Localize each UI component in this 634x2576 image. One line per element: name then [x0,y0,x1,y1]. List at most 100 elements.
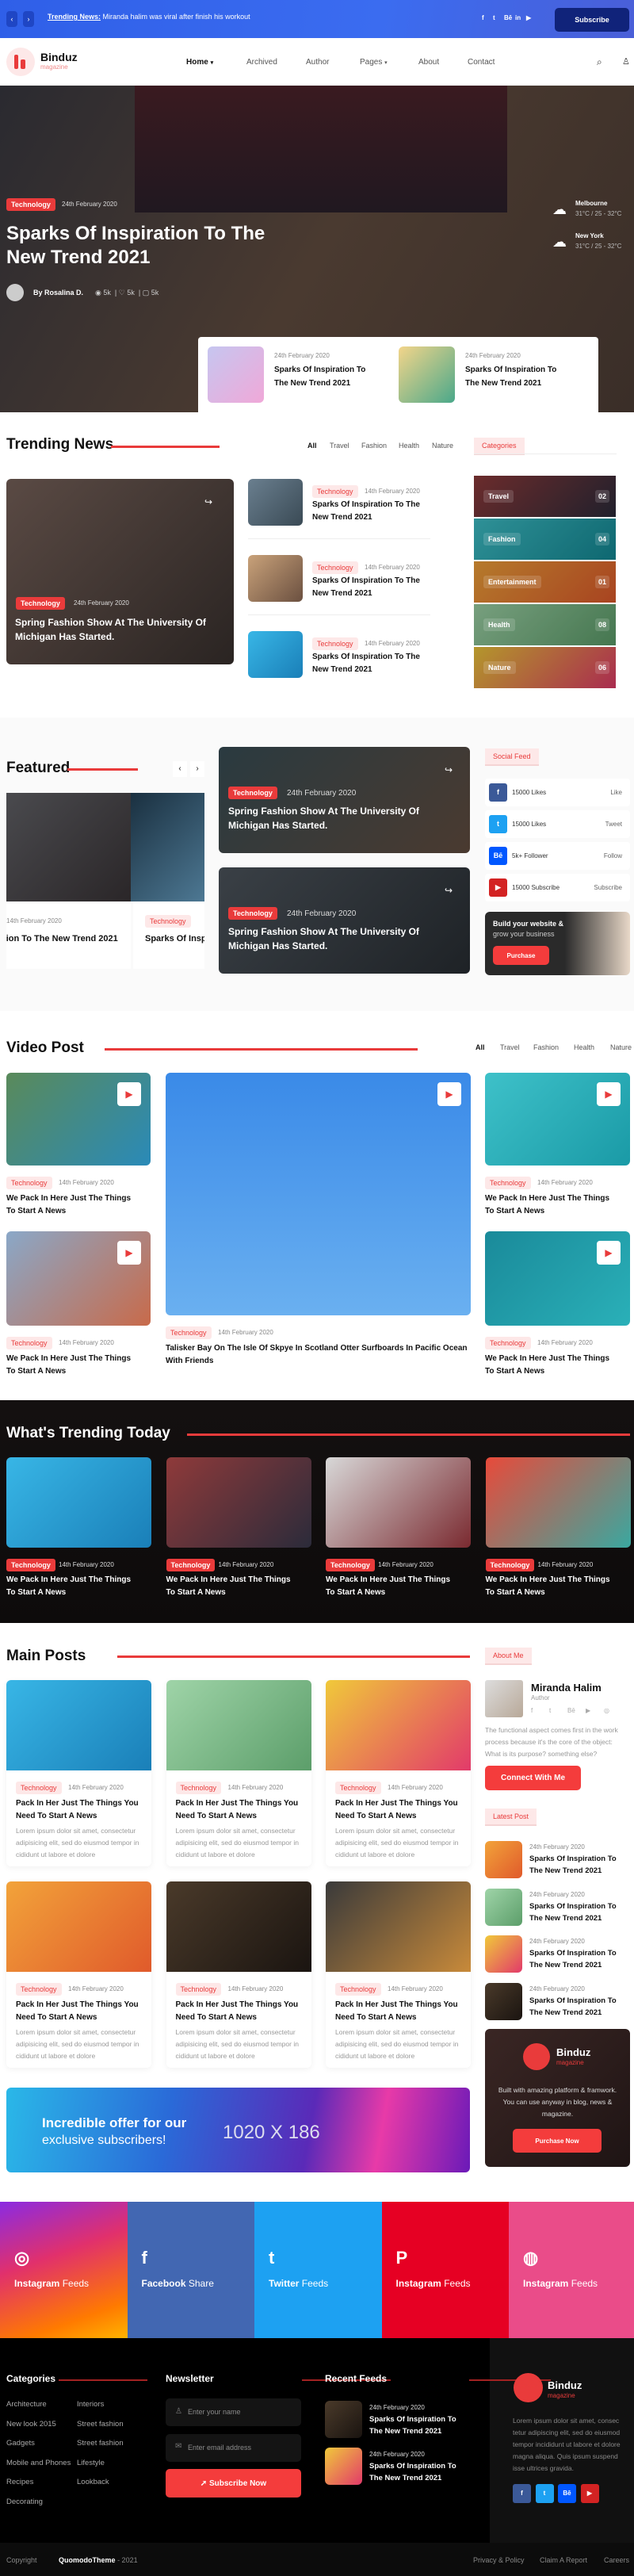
play-button[interactable]: ▶ [597,1241,621,1265]
hero-title[interactable]: Sparks Of Inspiration To The New Trend 2… [6,222,268,270]
nav-archived[interactable]: Archived [246,58,277,67]
play-button[interactable]: ▶ [597,1082,621,1106]
footer-category-link[interactable]: Street fashion [77,2420,124,2429]
youtube-icon[interactable]: ▶ [526,14,531,21]
connect-button[interactable]: Connect With Me [485,1766,581,1790]
post-title[interactable]: We Pack In Here Just The Things To Start… [486,1574,621,1599]
category-badge[interactable]: Technology [312,561,358,574]
post-title[interactable]: Talisker Bay On The Isle Of Skpye In Sco… [166,1342,471,1368]
post-image[interactable] [326,1881,471,1972]
facebook-icon[interactable]: f [513,2484,531,2503]
tab-fashion[interactable]: Fashion [533,1043,559,1051]
footer-category-link[interactable]: Recipes [6,2478,33,2486]
twitter-icon[interactable]: t [535,2484,554,2503]
company-link[interactable]: QuomodoTheme [59,2556,116,2564]
play-button[interactable]: ▶ [117,1241,141,1265]
subscribe-now-button[interactable]: ➚ Subscribe Now [166,2469,301,2498]
footer-category-link[interactable]: New look 2015 [6,2420,56,2429]
latest-thumb[interactable] [485,1935,522,1973]
post-title[interactable]: Spring Fashion Show At The University Of… [228,924,458,953]
nav-contact[interactable]: Contact [468,58,495,67]
post-title[interactable]: Pack In Her Just The Things You Need To … [176,1999,303,2024]
promo-banner[interactable]: Incredible offer for our exclusive subscr… [6,2088,470,2172]
post-image[interactable] [326,1457,471,1548]
carousel-next-button[interactable]: › [190,761,204,777]
category-badge[interactable]: Technology [16,597,65,610]
share-icon[interactable]: ↪ [204,496,212,507]
post-title[interactable]: Sparks Of Inspiration To The New Trend 2… [529,1995,624,2019]
post-image[interactable] [6,1881,151,1972]
nav-about[interactable]: About [418,58,439,67]
category-badge[interactable]: Technology [6,1177,52,1189]
tab-nature[interactable]: Nature [432,442,453,450]
featured-card-image[interactable]: ↪ [219,867,470,974]
post-title[interactable]: Pack In Her Just The Things You Need To … [16,1999,143,2024]
hero-card-title[interactable]: Sparks Of Inspiration To The New Trend 2… [465,363,572,390]
post-title[interactable]: Spring Fashion Show At The University Of… [228,804,458,833]
post-title[interactable]: Sparks Of Inspiration To The New Trend 2… [312,499,431,524]
footer-category-link[interactable]: Lifestyle [77,2459,105,2467]
post-title[interactable]: Sparks Of Inspiration To The New Trend 2… [529,1900,624,1924]
video-thumbnail[interactable]: ▶ [485,1231,630,1326]
social-tile[interactable]: t Twitter Feeds [254,2202,382,2338]
play-button[interactable]: ▶ [117,1082,141,1106]
tab-fashion[interactable]: Fashion [361,442,387,450]
categories-tab[interactable]: Categories [474,438,525,455]
post-title[interactable]: Sparks Of Inspiration To The New Trend 2… [145,932,204,945]
post-title[interactable]: Pack In Her Just The Things You Need To … [176,1797,303,1823]
youtube-icon[interactable]: ▶ [580,2484,599,2503]
social-action[interactable]: Like [610,789,622,796]
post-image[interactable] [166,1881,311,1972]
post-thumb[interactable] [248,479,303,526]
post-card[interactable]: Technology 14th February 2020 Pack In Her … [166,1881,311,2068]
recent-thumb[interactable] [325,2401,362,2438]
featured-card-image[interactable]: ↪ [219,747,470,853]
category-badge[interactable]: Technology [335,1983,381,1996]
category-badge[interactable]: Technology [485,1337,531,1349]
latest-thumb[interactable] [485,1841,522,1878]
next-button[interactable]: › [23,11,34,27]
post-title[interactable]: Pack In Her Just The Things You Need To … [335,1797,462,1823]
tab-travel[interactable]: Travel [500,1043,520,1051]
social-row[interactable]: Bē 5k+ Follower Follow [485,842,630,870]
footer-bottom-link[interactable]: Claim A Report [540,2556,587,2564]
post-title[interactable]: We Pack In Here Just The Things To Start… [485,1353,620,1378]
facebook-icon[interactable]: f [482,14,484,21]
post-image[interactable] [485,1457,631,1548]
post-title[interactable]: Sparks Of Inspiration To The New Trend 2… [312,575,431,600]
footer-bottom-link[interactable]: Privacy & Policy [473,2556,525,2564]
post-image[interactable] [326,1680,471,1770]
footer-category-link[interactable]: Gadgets [6,2439,35,2448]
category-badge[interactable]: Technology [312,637,358,650]
recent-thumb[interactable] [325,2448,362,2485]
news-ticker[interactable]: Trending News: Miranda halim was viral a… [48,13,250,21]
carousel-prev-button[interactable]: ‹ [173,761,187,777]
category-badge[interactable]: Technology [228,907,277,920]
video-thumbnail[interactable]: ▶ [485,1073,630,1166]
category-badge[interactable]: Technology [335,1782,381,1794]
behance-icon[interactable]: Bē [504,14,512,21]
social-tile[interactable]: P Instagram Feeds [381,2202,510,2338]
category-badge[interactable]: Technology [312,485,358,498]
youtube-icon[interactable]: ▶ [586,1707,590,1714]
post-title[interactable]: We Pack In Here Just The Things To Start… [6,1192,141,1218]
tab-travel[interactable]: Travel [330,442,349,450]
play-button[interactable]: ▶ [437,1082,461,1106]
footer-category-link[interactable]: Interiors [77,2400,104,2409]
post-title[interactable]: We Pack In Here Just The Things To Start… [485,1192,620,1218]
purchase-button[interactable]: Purchase [493,946,549,965]
carousel-image[interactable] [6,793,131,901]
social-row[interactable]: t 15000 Likes Tweet [485,810,630,838]
post-title[interactable]: Sparks Of Inspiration To The New Trend 2… [369,2460,468,2484]
footer-category-link[interactable]: Lookback [77,2478,109,2486]
category-badge[interactable]: Technology [6,1337,52,1349]
social-tile[interactable]: ◍ Instagram Feeds [509,2202,634,2338]
post-thumb[interactable] [248,555,303,602]
footer-category-link[interactable]: Street fashion [77,2439,124,2448]
post-title[interactable]: Sparks Of Inspiration To The New Trend 2… [529,1947,624,1971]
category-badge[interactable]: Technology [485,1559,535,1571]
video-thumbnail[interactable]: ▶ [166,1073,471,1315]
footer-bottom-link[interactable]: Careers [604,2556,629,2564]
post-title[interactable]: We Pack In Here Just The Things To Start… [326,1574,460,1599]
email-input[interactable]: ✉ Enter email address [166,2434,301,2462]
